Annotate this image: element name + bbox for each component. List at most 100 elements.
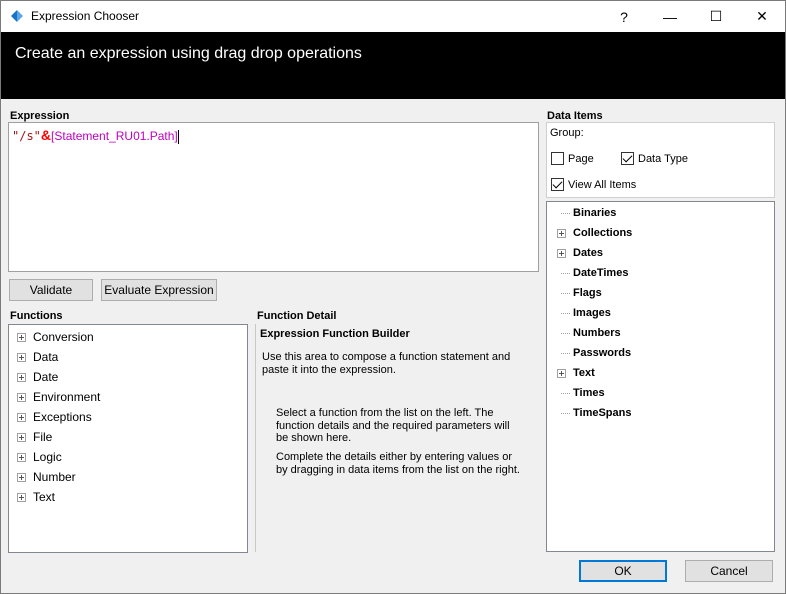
- function-group-environment[interactable]: Environment: [17, 388, 100, 406]
- expand-icon[interactable]: [17, 372, 26, 382]
- group-data-type-checkbox[interactable]: Data Type: [621, 152, 688, 165]
- expand-icon[interactable]: [17, 452, 26, 462]
- cancel-button[interactable]: Cancel: [685, 560, 773, 582]
- functions-label: Functions: [10, 310, 63, 322]
- header-banner: Create an expression using drag drop ope…: [1, 32, 785, 99]
- banner-text: Create an expression using drag drop ope…: [15, 45, 362, 62]
- data-group-images[interactable]: Images: [557, 304, 611, 322]
- tree-connector: [557, 389, 570, 398]
- checkbox-label: Data Type: [638, 152, 688, 165]
- data-group-label: DateTimes: [573, 267, 629, 279]
- data-group-label: TimeSpans: [573, 407, 632, 419]
- function-group-label: Logic: [33, 450, 62, 464]
- ok-button[interactable]: OK: [579, 560, 667, 582]
- data-group-label: Collections: [573, 227, 633, 239]
- expand-icon[interactable]: [17, 392, 26, 402]
- data-group-times[interactable]: Times: [557, 384, 605, 402]
- expand-icon[interactable]: [17, 432, 26, 442]
- function-group-logic[interactable]: Logic: [17, 448, 62, 466]
- minimize-button[interactable]: —: [647, 1, 693, 32]
- function-group-number[interactable]: Number: [17, 468, 76, 486]
- view-all-items-checkbox[interactable]: View All Items: [551, 178, 636, 191]
- group-page-checkbox[interactable]: Page: [551, 152, 594, 165]
- expand-icon[interactable]: [557, 368, 566, 378]
- group-label: Group:: [550, 127, 584, 139]
- function-builder-title: Expression Function Builder: [260, 328, 410, 340]
- help-button[interactable]: ?: [601, 1, 647, 32]
- data-group-label: Text: [573, 367, 595, 379]
- expand-icon[interactable]: [17, 352, 26, 362]
- function-group-label: Text: [33, 490, 56, 504]
- tree-connector: [557, 209, 570, 218]
- function-group-text[interactable]: Text: [17, 488, 55, 506]
- data-items-tree[interactable]: Binaries Collections Dates DateTimes Fla…: [546, 201, 775, 552]
- data-group-flags[interactable]: Flags: [557, 284, 602, 302]
- text-caret: [177, 129, 179, 144]
- data-group-label: Flags: [573, 287, 602, 299]
- data-group-numbers[interactable]: Numbers: [557, 324, 621, 342]
- data-group-passwords[interactable]: Passwords: [557, 344, 631, 362]
- function-group-data[interactable]: Data: [17, 348, 58, 366]
- data-group-label: Numbers: [573, 327, 621, 339]
- checkbox-label: Page: [568, 152, 594, 165]
- function-detail-panel[interactable]: Expression Function Builder Use this are…: [255, 324, 539, 552]
- tree-connector: [557, 409, 570, 418]
- data-group-label: Binaries: [573, 207, 617, 219]
- checkbox[interactable]: [551, 152, 564, 165]
- data-group-label: Dates: [573, 247, 603, 259]
- function-group-file[interactable]: File: [17, 428, 52, 446]
- data-group-binaries[interactable]: Binaries: [557, 204, 616, 222]
- function-detail-intro: Use this area to compose a function stat…: [262, 351, 511, 376]
- tree-connector: [557, 289, 570, 298]
- data-group-text[interactable]: Text: [557, 364, 595, 382]
- data-group-timespans[interactable]: TimeSpans: [557, 404, 632, 422]
- expand-icon[interactable]: [557, 248, 566, 258]
- checkbox-label: View All Items: [568, 178, 637, 191]
- tree-connector: [557, 329, 570, 338]
- data-items-label: Data Items: [547, 110, 603, 122]
- maximize-button[interactable]: ☐: [693, 1, 739, 32]
- data-group-label: Images: [573, 307, 611, 319]
- expression-editor[interactable]: "/s"&[Statement_RU01.Path]: [8, 122, 539, 272]
- tree-connector: [557, 349, 570, 358]
- function-group-label: Exceptions: [33, 410, 92, 424]
- expression-chooser-window: Expression Chooser ? — ☐ ✕ Create an exp…: [0, 0, 786, 594]
- expand-icon[interactable]: [17, 492, 26, 502]
- evaluate-expression-button[interactable]: Evaluate Expression: [101, 279, 217, 301]
- app-icon: [11, 10, 23, 22]
- checkbox[interactable]: [551, 178, 564, 191]
- function-group-exceptions[interactable]: Exceptions: [17, 408, 92, 426]
- function-group-label: Environment: [33, 390, 101, 404]
- close-icon: ✕: [756, 8, 768, 24]
- group-options: Group: Page Data Type View All Items: [546, 122, 775, 198]
- validate-button[interactable]: Validate: [9, 279, 93, 301]
- function-group-date[interactable]: Date: [17, 368, 58, 386]
- function-group-label: Number: [33, 470, 76, 484]
- data-group-datetimes[interactable]: DateTimes: [557, 264, 628, 282]
- functions-tree[interactable]: Conversion Data Date Environment Excepti…: [8, 324, 248, 553]
- function-group-conversion[interactable]: Conversion: [17, 328, 94, 346]
- function-detail-complete-hint: Complete the details either by entering …: [276, 451, 520, 476]
- function-group-label: Date: [33, 370, 59, 384]
- function-group-label: Conversion: [33, 330, 94, 344]
- function-detail-label: Function Detail: [257, 310, 337, 322]
- expand-icon[interactable]: [17, 472, 26, 482]
- data-group-dates[interactable]: Dates: [557, 244, 603, 262]
- expression-label: Expression: [10, 110, 70, 122]
- help-icon: ?: [620, 8, 628, 25]
- function-group-label: Data: [33, 350, 59, 364]
- close-button[interactable]: ✕: [739, 1, 785, 32]
- data-group-label: Times: [573, 387, 605, 399]
- checkbox[interactable]: [621, 152, 634, 165]
- expand-icon[interactable]: [17, 412, 26, 422]
- window-title: Expression Chooser: [31, 9, 140, 23]
- data-group-label: Passwords: [573, 347, 632, 359]
- title-bar: Expression Chooser ? — ☐ ✕: [1, 1, 785, 32]
- data-group-collections[interactable]: Collections: [557, 224, 632, 242]
- expand-icon[interactable]: [557, 228, 566, 238]
- expression-string-literal: "/s": [12, 129, 41, 143]
- maximize-icon: ☐: [709, 8, 723, 24]
- expand-icon[interactable]: [17, 332, 26, 342]
- tree-connector: [557, 269, 570, 278]
- expression-operator: &: [40, 127, 52, 143]
